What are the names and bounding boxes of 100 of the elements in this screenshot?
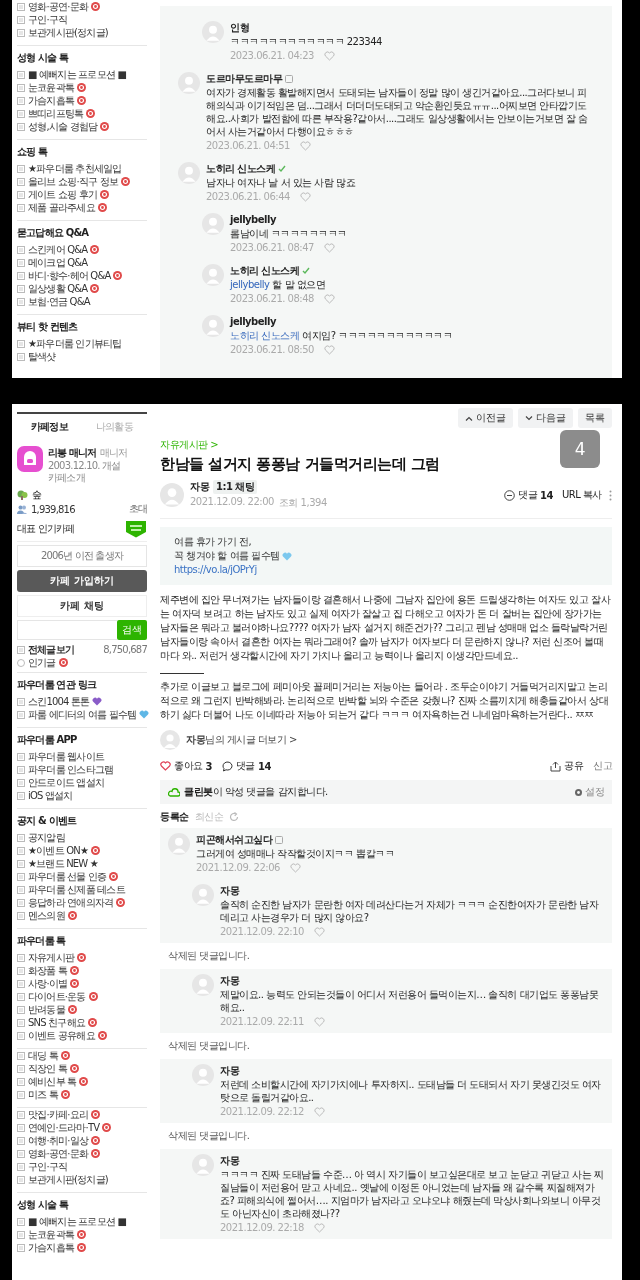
sidebar-item[interactable]: 전체글보기 bbox=[17, 643, 74, 656]
heart-icon[interactable] bbox=[289, 862, 301, 873]
search-field[interactable] bbox=[17, 620, 117, 640]
sidebar-item[interactable]: 안드로이드 앱설치 bbox=[17, 776, 147, 789]
mention-link[interactable]: jellybelly bbox=[230, 279, 270, 290]
more-posts-link[interactable]: 자몽님의 게시글 더보기 > bbox=[186, 733, 297, 747]
heart-icon[interactable] bbox=[323, 293, 335, 304]
sidebar-item[interactable]: 영화·공연·문화 bbox=[17, 1147, 147, 1160]
heart-icon[interactable] bbox=[313, 1106, 325, 1117]
invite-link[interactable]: 초대 bbox=[128, 502, 147, 516]
manager-name[interactable]: 리봉 매니저 bbox=[48, 446, 97, 460]
sidebar-item[interactable]: 멘스의원 bbox=[17, 909, 147, 922]
cafe-intro-link[interactable]: 카페소개 bbox=[48, 472, 128, 484]
sidebar-item[interactable]: 대딩 톡 bbox=[17, 1049, 147, 1062]
sidebar-item[interactable]: 눈코윤곽톡 bbox=[17, 1228, 147, 1241]
url-copy-link[interactable]: URL 복사 bbox=[561, 488, 602, 502]
sidebar-item[interactable]: 바디·향수·헤어 Q&A bbox=[17, 269, 147, 282]
comment-author[interactable]: 노히리 신노스케 bbox=[206, 161, 276, 176]
cafe-chat-button[interactable]: 카페 채팅 bbox=[17, 595, 147, 617]
report-link[interactable]: 신고 bbox=[593, 759, 612, 773]
section-title: 쇼핑 톡 bbox=[17, 145, 49, 159]
sidebar-item[interactable]: 가슴지흡톡 bbox=[17, 1241, 147, 1254]
like-button[interactable]: 좋아요 3 bbox=[160, 759, 212, 773]
sidebar-item[interactable]: 제품 골라주세요 bbox=[17, 201, 147, 214]
sidebar-item[interactable]: ★이벤트 ON★ bbox=[17, 844, 147, 857]
sidebar-item[interactable]: ★파우더룸 인기뷰티팁 bbox=[17, 337, 147, 350]
sidebar-item[interactable]: 영화·공연·문화 bbox=[17, 0, 147, 13]
join-cafe-button[interactable]: 카페 가입하기 bbox=[17, 570, 147, 592]
sidebar-item[interactable]: 응답하라 연애의자격 bbox=[17, 896, 147, 909]
sidebar-item[interactable]: 탈색샷 bbox=[17, 350, 147, 363]
heart-icon[interactable] bbox=[299, 140, 311, 151]
sidebar-item[interactable]: ■ 예뻐지는 프로모션 ■ bbox=[17, 1215, 147, 1228]
sidebar-item[interactable]: 메이크업 Q&A bbox=[17, 256, 147, 269]
sidebar-item[interactable]: 미즈 톡 bbox=[17, 1088, 147, 1101]
heart-icon[interactable] bbox=[323, 242, 335, 253]
comment-author[interactable]: 자몽 bbox=[220, 883, 239, 898]
comment-author[interactable]: jellybelly bbox=[230, 214, 276, 225]
heart-icon[interactable] bbox=[313, 1016, 325, 1027]
sidebar-item[interactable]: 스킨1004 톤톤 bbox=[17, 695, 147, 708]
sidebar-item[interactable]: 구인·구직 bbox=[17, 13, 147, 26]
comment-author[interactable]: 자몽 bbox=[220, 1153, 239, 1168]
heart-icon[interactable] bbox=[299, 191, 311, 202]
sidebar-item[interactable]: 자유게시판 bbox=[17, 951, 147, 964]
sidebar-item[interactable]: 파우더룸 선물 인증 bbox=[17, 870, 147, 883]
comment-author[interactable]: 노히리 신노스케 bbox=[230, 263, 300, 278]
nav-button[interactable]: 다음글 bbox=[518, 408, 573, 428]
sidebar-item[interactable]: 보관게시판(정치글) bbox=[17, 26, 147, 39]
comment-author[interactable]: 인형 bbox=[230, 20, 249, 35]
sidebar-item[interactable]: 인기글 bbox=[17, 656, 147, 669]
sidebar-item[interactable]: ★파우더룸 추천세일입 bbox=[17, 162, 147, 175]
ad-link[interactable]: https://vo.la/jOPrYj bbox=[174, 563, 598, 577]
sidebar-item[interactable]: 구인·구직 bbox=[17, 1160, 147, 1173]
sidebar-tab[interactable]: 카페정보 bbox=[17, 414, 82, 440]
sidebar-item[interactable]: 연예인·드라마·TV bbox=[17, 1121, 147, 1134]
sidebar-item[interactable]: 여행·취미·일상 bbox=[17, 1134, 147, 1147]
mention-link[interactable]: 노히리 신노스케 bbox=[230, 330, 300, 341]
nav-button[interactable]: 목록 bbox=[578, 408, 612, 428]
heart-icon[interactable] bbox=[323, 50, 335, 61]
sidebar-item[interactable]: 보험·연금 Q&A bbox=[17, 295, 147, 308]
sidebar-item[interactable]: ■ 예뻐지는 프로모션 ■ bbox=[17, 68, 147, 81]
sidebar-item[interactable]: 예비신부 톡 bbox=[17, 1075, 147, 1088]
comment-author[interactable]: 자몽 bbox=[220, 973, 239, 988]
heart-icon[interactable] bbox=[313, 1222, 325, 1233]
sidebar-item[interactable]: 파우더룸 신제품 테스트 bbox=[17, 883, 147, 896]
sidebar-item[interactable]: 쁘띠리프팅톡 bbox=[17, 107, 147, 120]
sidebar-item[interactable]: 직장인 톡 bbox=[17, 1062, 147, 1075]
sidebar-item[interactable]: 올리브 쇼핑·직구 정보 bbox=[17, 175, 147, 188]
sidebar-item[interactable]: 스킨케어 Q&A bbox=[17, 243, 147, 256]
sidebar-item[interactable]: 가슴지흡톡 bbox=[17, 94, 147, 107]
sidebar-item[interactable]: 사랑·이별 bbox=[17, 977, 147, 990]
comment-author[interactable]: jellybelly bbox=[230, 316, 276, 327]
sort-tab[interactable]: 등록순 bbox=[160, 810, 189, 824]
nav-button[interactable]: 이전글 bbox=[458, 408, 513, 428]
sidebar-item[interactable]: 파우더룸 웹사이트 bbox=[17, 750, 147, 763]
sidebar-item[interactable]: 화장품 톡 bbox=[17, 964, 147, 977]
sidebar-item[interactable]: 이벤트 공유해요 bbox=[17, 1029, 147, 1042]
sidebar-item[interactable]: iOS 앱설치 bbox=[17, 789, 147, 802]
sidebar-item[interactable]: 파룸 에디터의 여름 필수템 bbox=[17, 708, 147, 721]
heart-icon[interactable] bbox=[323, 344, 335, 355]
board-icon bbox=[17, 1031, 25, 1040]
chat-chip[interactable]: 1:1 채팅 bbox=[213, 480, 258, 494]
sidebar-item[interactable]: 맛집·카페·요리 bbox=[17, 1108, 147, 1121]
sidebar-item[interactable]: 반려동물 bbox=[17, 1003, 147, 1016]
sidebar-item[interactable]: 공지알림 bbox=[17, 831, 147, 844]
sidebar-item[interactable]: 눈코윤곽톡 bbox=[17, 81, 147, 94]
sidebar-item[interactable]: 파우더룸 인스타그램 bbox=[17, 763, 147, 776]
sidebar-item[interactable]: 성형,시술 경험담 bbox=[17, 120, 147, 133]
heart-icon[interactable] bbox=[313, 926, 325, 937]
sidebar-item[interactable]: 일상생활 Q&A bbox=[17, 282, 147, 295]
comment-button[interactable]: 댓글 14 bbox=[221, 759, 271, 773]
author-name[interactable]: 자몽 bbox=[190, 480, 209, 494]
comment-author[interactable]: 도르마무도르마무 bbox=[206, 71, 282, 86]
share-button[interactable]: 공유 bbox=[550, 759, 583, 773]
sidebar-item[interactable]: SNS 친구해요 bbox=[17, 1016, 147, 1029]
sidebar-item[interactable]: ★브랜드 NEW ★ bbox=[17, 857, 147, 870]
comment-author[interactable]: 피곤해서쉬고싶다 bbox=[196, 832, 272, 847]
comment-author[interactable]: 자몽 bbox=[220, 1063, 239, 1078]
sidebar-item[interactable]: 다이어트·운동 bbox=[17, 990, 147, 1003]
sidebar-item[interactable]: 보관게시판(정치글) bbox=[17, 1173, 147, 1186]
sidebar-item[interactable]: 게이트 쇼핑 후기 bbox=[17, 188, 147, 201]
